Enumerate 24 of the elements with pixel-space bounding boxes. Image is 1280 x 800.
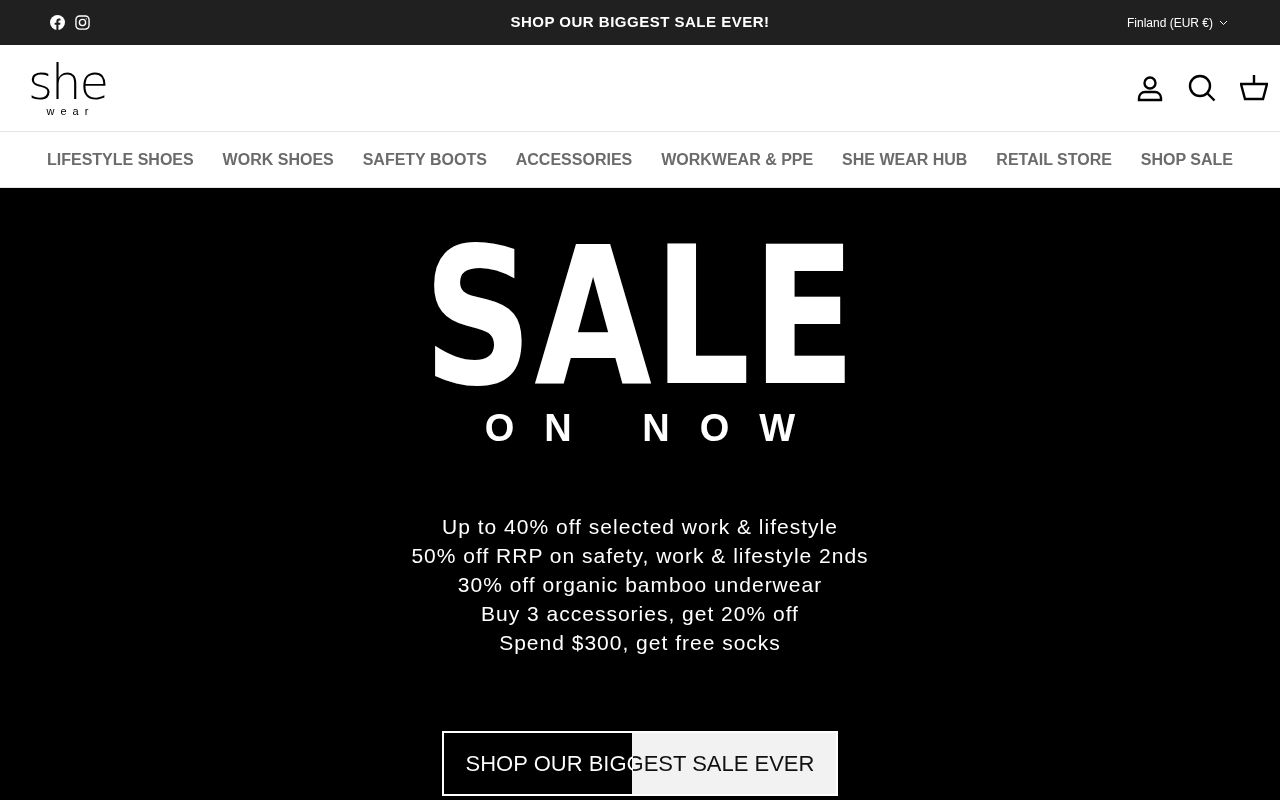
offer-line: Spend $300, get free socks <box>499 630 781 656</box>
nav-link[interactable]: WORKWEAR & PPE <box>661 147 814 172</box>
nav-link[interactable]: SHOP SALE <box>1140 147 1233 172</box>
search-icon[interactable] <box>1188 74 1216 102</box>
nav-link[interactable]: SAFETY BOOTS <box>362 147 487 172</box>
nav-link[interactable]: WORK SHOES <box>222 147 334 172</box>
chevron-down-icon <box>1219 19 1228 26</box>
country-selector[interactable]: Finland (EUR €) <box>1126 13 1228 32</box>
on-now-text: ON NOW <box>483 406 826 451</box>
nav-link[interactable]: SHE WEAR HUB <box>842 147 968 172</box>
offer-line: 50% off RRP on safety, work & lifestyle 2nds <box>411 543 869 569</box>
sale-headline: SALE <box>422 238 858 398</box>
offer-line: Buy 3 accessories, get 20% off <box>481 601 799 627</box>
instagram-icon[interactable] <box>75 15 90 30</box>
account-icon[interactable] <box>1136 74 1164 102</box>
nav-link[interactable]: ACCESSORIES <box>515 147 633 172</box>
announcement-text: SHOP OUR BIGGEST SALE EVER! <box>510 12 770 33</box>
offer-line: Up to 40% off selected work & lifestyle <box>442 514 838 540</box>
nav-link[interactable]: LIFESTYLE SHOES <box>47 147 194 172</box>
logo[interactable]: she wear <box>28 59 107 117</box>
basket-icon[interactable] <box>1240 74 1268 102</box>
offer-line: 30% off organic bamboo underwear <box>457 572 823 598</box>
nav-link[interactable]: RETAIL STORE <box>996 147 1112 172</box>
facebook-icon[interactable] <box>50 15 65 30</box>
